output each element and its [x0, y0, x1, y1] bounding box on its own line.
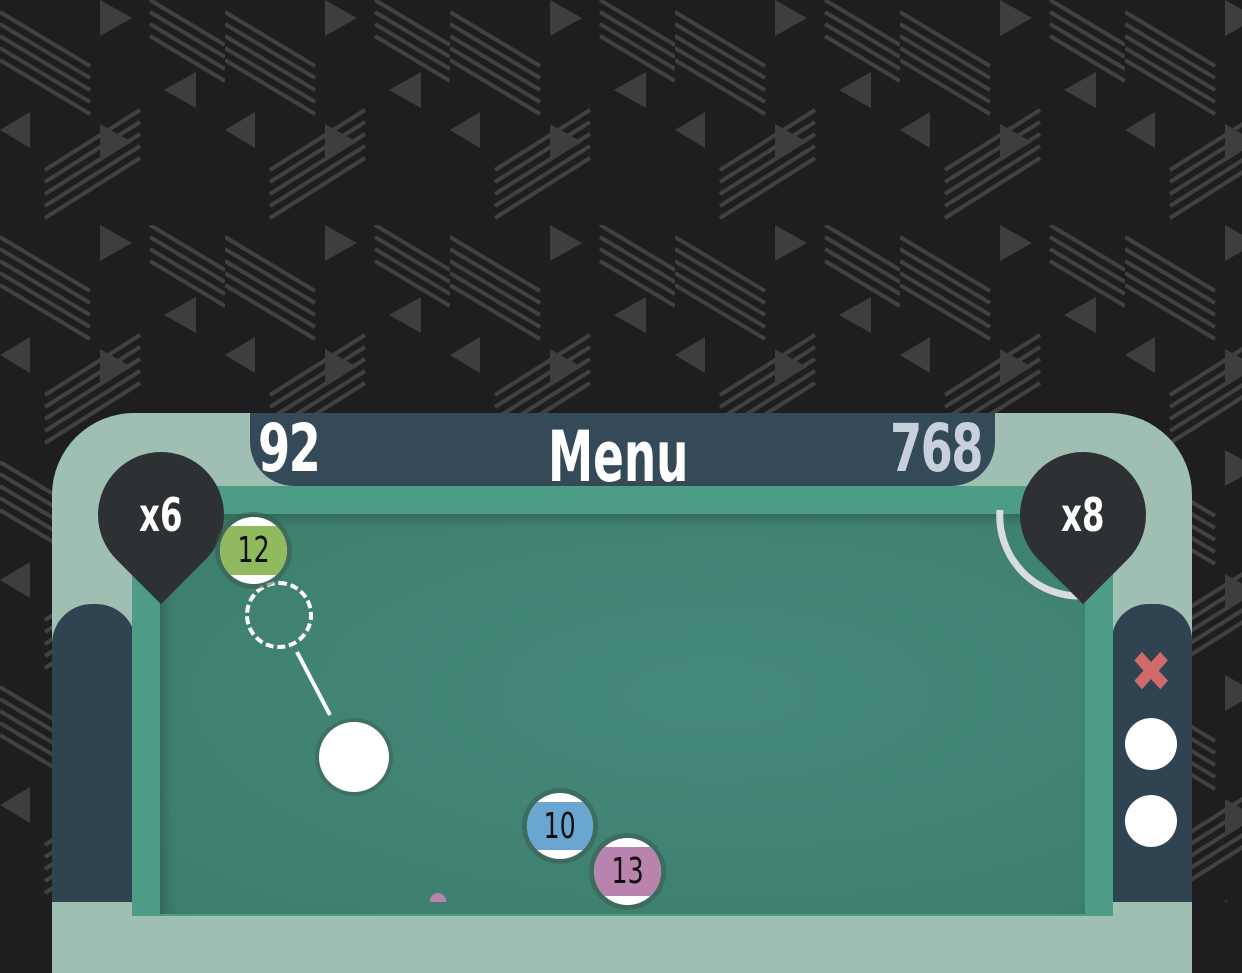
partial-ball [430, 893, 446, 902]
score-right: 768 [889, 410, 984, 487]
ghost-ball [245, 581, 313, 649]
ball-number: 10 [543, 805, 577, 847]
close-icon[interactable]: ✖ [1130, 645, 1172, 701]
ball-13: 13 [594, 838, 661, 905]
ball-10: 10 [527, 793, 593, 859]
ball-number: 13 [611, 851, 644, 892]
remaining-shot-icon [1125, 718, 1177, 770]
remaining-shot-icon [1125, 795, 1177, 847]
pocket-multiplier: x6 [139, 488, 183, 543]
ball-12: 12 [220, 517, 287, 584]
aim-line [295, 651, 332, 716]
menu-button[interactable]: Menu [548, 416, 688, 498]
cue-ball[interactable] [319, 722, 389, 792]
score-left: 92 [258, 410, 321, 487]
ball-number: 12 [237, 530, 270, 571]
pocket-multiplier: x8 [1061, 487, 1105, 542]
left-side-rail [52, 604, 136, 902]
